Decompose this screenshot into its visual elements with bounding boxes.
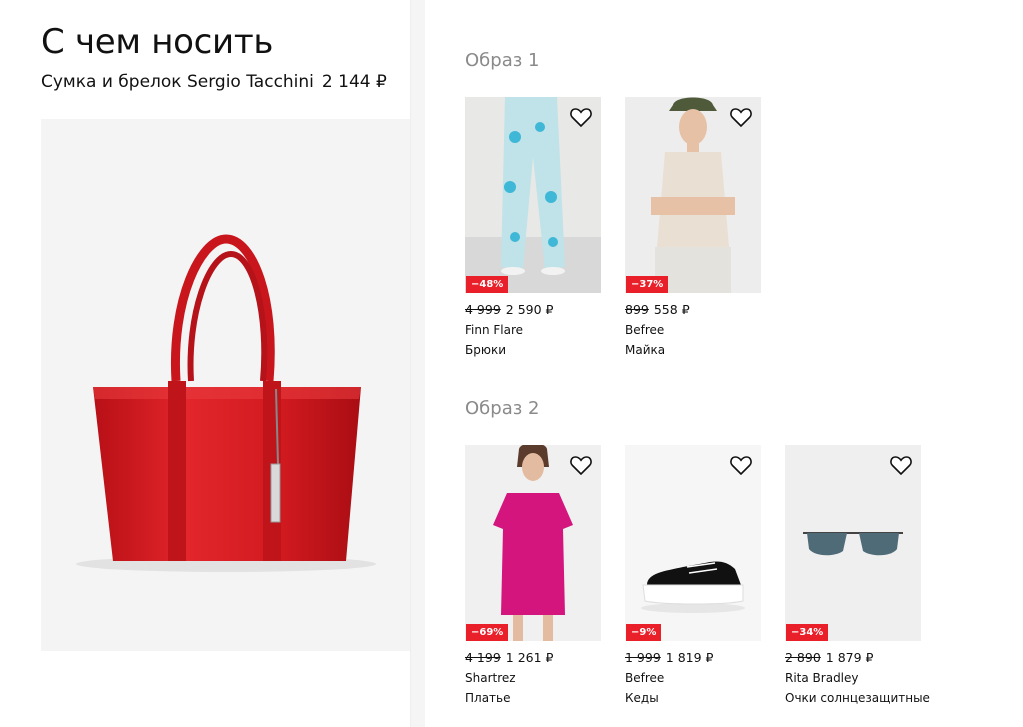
discount-badge: −34% bbox=[786, 624, 829, 641]
heart-icon[interactable] bbox=[729, 454, 753, 476]
price-row: 4 999 2 590 ₽ bbox=[465, 302, 601, 317]
current-price: 2 590 ₽ bbox=[505, 302, 554, 317]
page-title: С чем носить bbox=[41, 22, 274, 62]
product-card-image[interactable]: −69% bbox=[465, 445, 601, 641]
product-price: 2 144 ₽ bbox=[321, 72, 387, 92]
heart-icon[interactable] bbox=[729, 106, 753, 128]
discount-badge: −37% bbox=[626, 276, 669, 293]
current-price: 1 819 ₽ bbox=[665, 650, 714, 665]
look-2-title: Образ 2 bbox=[465, 398, 540, 419]
current-price: 1 261 ₽ bbox=[505, 650, 554, 665]
product-card[interactable]: −69% 4 199 1 261 ₽ Shartrez Платье bbox=[465, 445, 601, 705]
heart-icon[interactable] bbox=[889, 454, 913, 476]
heart-icon[interactable] bbox=[569, 454, 593, 476]
price-row: 899 558 ₽ bbox=[625, 302, 761, 317]
heart-icon[interactable] bbox=[569, 106, 593, 128]
price-row: 1 999 1 819 ₽ bbox=[625, 650, 761, 665]
price-row: 4 199 1 261 ₽ bbox=[465, 650, 601, 665]
product-card[interactable]: −34% 2 890 1 879 ₽ Rita Bradley Очки солн… bbox=[785, 445, 930, 705]
product-card[interactable]: −48% 4 999 2 590 ₽ Finn Flare Брюки bbox=[465, 97, 601, 357]
panel-divider bbox=[410, 0, 425, 727]
product-card[interactable]: −9% 1 999 1 819 ₽ Befree Кеды bbox=[625, 445, 761, 705]
old-price: 899 bbox=[625, 302, 649, 317]
brand-name[interactable]: Befree bbox=[625, 671, 761, 685]
product-card-image[interactable]: −9% bbox=[625, 445, 761, 641]
category-name: Очки солнцезащитные bbox=[785, 691, 930, 705]
price-row: 2 890 1 879 ₽ bbox=[785, 650, 921, 665]
category-name: Брюки bbox=[465, 343, 506, 357]
product-card[interactable]: −37% 899 558 ₽ Befree Майка bbox=[625, 97, 761, 357]
discount-badge: −69% bbox=[466, 624, 509, 641]
category-name: Майка bbox=[625, 343, 666, 357]
current-price: 558 ₽ bbox=[653, 302, 690, 317]
product-card-image[interactable]: −34% bbox=[785, 445, 921, 641]
category-name: Платье bbox=[465, 691, 511, 705]
product-summary[interactable]: Сумка и брелок Sergio Tacchini 2 144 ₽ bbox=[41, 72, 387, 92]
brand-name[interactable]: Rita Bradley bbox=[785, 671, 921, 685]
brand-name[interactable]: Finn Flare bbox=[465, 323, 601, 337]
discount-badge: −9% bbox=[626, 624, 662, 641]
red-bag-photo bbox=[41, 119, 410, 651]
look-1-title: Образ 1 bbox=[465, 50, 540, 71]
discount-badge: −48% bbox=[466, 276, 509, 293]
old-price: 2 890 bbox=[785, 650, 821, 665]
product-image[interactable] bbox=[41, 119, 410, 651]
old-price: 4 199 bbox=[465, 650, 501, 665]
category-name: Кеды bbox=[625, 691, 659, 705]
brand-name[interactable]: Shartrez bbox=[465, 671, 601, 685]
product-card-image[interactable]: −37% bbox=[625, 97, 761, 293]
old-price: 1 999 bbox=[625, 650, 661, 665]
old-price: 4 999 bbox=[465, 302, 501, 317]
brand-name[interactable]: Befree bbox=[625, 323, 761, 337]
product-panel: С чем носить Сумка и брелок Sergio Tacch… bbox=[0, 0, 410, 727]
product-name: Сумка и брелок Sergio Tacchini bbox=[41, 72, 314, 92]
product-card-image[interactable]: −48% bbox=[465, 97, 601, 293]
current-price: 1 879 ₽ bbox=[825, 650, 874, 665]
looks-panel: Образ 1 −48% 4 999 2 590 ₽ Finn Flare Брю… bbox=[425, 0, 1023, 727]
